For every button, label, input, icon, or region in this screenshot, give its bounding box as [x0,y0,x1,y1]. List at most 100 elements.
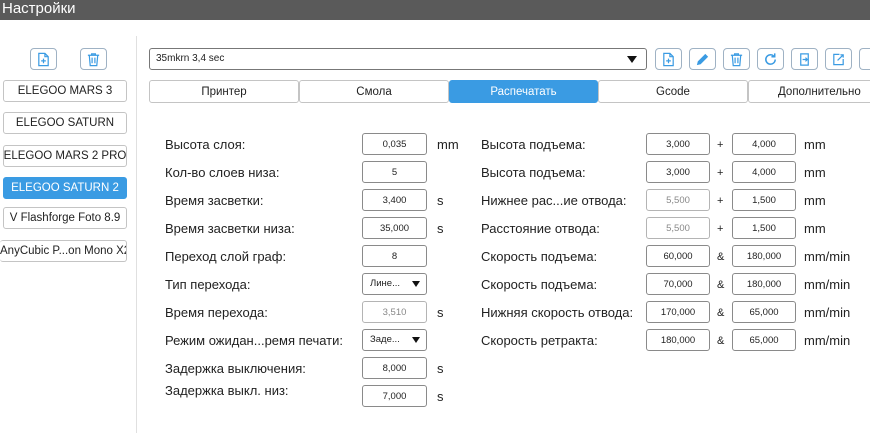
lift-height-input-1[interactable]: 3,000 [646,133,710,155]
more-toolbar-button[interactable] [859,48,870,70]
delete-profile-button[interactable] [723,48,750,70]
printer-item-anycubic-mono-x2[interactable]: AnyCubic P...on Mono X2 [0,240,127,262]
printer-item-elegoo-saturn-2[interactable]: ELEGOO SATURN 2 [3,177,127,199]
chevron-down-icon [412,337,420,343]
tab-print[interactable]: Распечатать [449,80,598,103]
pencil-icon [696,53,709,65]
sidebar-divider [136,36,137,433]
ampersand-sign: & [717,307,725,319]
bottom-layers-input[interactable]: 5 [362,161,427,183]
retract-distance-input-1[interactable]: 5,500 [646,217,710,239]
wait-mode-label: Режим ожидан...ремя печати: [165,333,343,348]
tab-advanced[interactable]: Дополнительно [748,80,870,103]
retract-speed-input-2[interactable]: 65,000 [732,329,796,351]
window-title: Настройки [2,0,76,17]
transition-type-label: Тип перехода: [165,277,251,292]
bottom-retract-distance-input-1[interactable]: 5,500 [646,189,710,211]
light-off-delay-input[interactable]: 8,000 [362,357,427,379]
lift-height-input-2[interactable]: 4,000 [732,133,796,155]
layer-height-input[interactable]: 0,035 [362,133,427,155]
bottom-light-off-delay-input[interactable]: 7,000 [362,385,427,407]
transition-time-label: Время перехода: [165,305,268,320]
import-icon [800,52,809,66]
transition-time-unit: s [437,305,444,320]
layer-height-unit: mm [437,137,459,152]
transition-time-input[interactable]: 3,510 [362,301,427,323]
bottom-exposure-unit: s [437,221,444,236]
printer-item-elegoo-mars-3[interactable]: ELEGOO MARS 3 [3,80,127,102]
plus-sign: + [717,195,724,207]
profile-select-value: 35mkrn 3,4 sec [156,53,225,64]
bottom-retract-distance-unit: mm [804,193,826,208]
lift-speed-unit: mm/min [804,277,851,292]
transition-layers-label: Переход слой граф: [165,249,287,264]
bottom-retract-speed-label: Нижняя скорость отвода: [481,305,634,320]
transition-type-select[interactable]: Лине... [362,273,427,295]
export-icon [833,53,844,65]
bottom-lift-speed-label: Скорость подъема: [481,249,598,264]
edit-profile-button[interactable] [689,48,716,70]
transition-layers-input[interactable]: 8 [362,245,427,267]
layer-height-label: Высота слоя: [165,137,246,152]
trash-icon [730,52,743,66]
bottom-layers-label: Кол-во слоев низа: [165,165,280,180]
bottom-retract-distance-label: Нижнее рас...ие отвода: [481,193,627,208]
light-off-delay-unit: s [437,361,444,376]
bottom-light-off-delay-label: Задержка выкл. низ: [165,383,289,398]
retract-speed-unit: mm/min [804,333,851,348]
bottom-light-off-delay-unit: s [437,389,444,404]
retract-speed-input-1[interactable]: 180,000 [646,329,710,351]
add-printer-button[interactable] [30,48,57,70]
chevron-down-icon [412,281,420,287]
file-plus-icon [663,52,674,66]
printer-item-flashforge-foto[interactable]: V Flashforge Foto 8.9 [3,207,127,229]
lift-speed-input-1[interactable]: 70,000 [646,273,710,295]
bottom-retract-distance-input-2[interactable]: 1,500 [732,189,796,211]
lift-height-2-label: Высота подъема: [481,165,586,180]
retract-speed-label: Скорость ретракта: [481,333,598,348]
bottom-lift-speed-unit: mm/min [804,249,851,264]
bottom-exposure-label: Время засветки низа: [165,221,295,236]
bottom-retract-speed-unit: mm/min [804,305,851,320]
bottom-retract-speed-input-1[interactable]: 170,000 [646,301,710,323]
lift-height-2-unit: mm [804,165,826,180]
title-bar: Настройки [0,0,870,20]
wait-mode-value: Заде... [370,334,400,345]
lift-height-2-input-1[interactable]: 3,000 [646,161,710,183]
tab-resin[interactable]: Смола [299,80,449,103]
tab-printer[interactable]: Принтер [149,80,299,103]
lift-height-2-input-2[interactable]: 4,000 [732,161,796,183]
tab-gcode[interactable]: Gcode [598,80,748,103]
bottom-lift-speed-input-2[interactable]: 180,000 [732,245,796,267]
plus-sign: + [717,139,724,151]
bottom-exposure-input[interactable]: 35,000 [362,217,427,239]
exposure-time-input[interactable]: 3,400 [362,189,427,211]
lift-height-label: Высота подъема: [481,137,586,152]
bottom-lift-speed-input-1[interactable]: 60,000 [646,245,710,267]
retract-distance-unit: mm [804,221,826,236]
wait-mode-select[interactable]: Заде... [362,329,427,351]
printer-item-elegoo-mars-2-pro[interactable]: ELEGOO MARS 2 PRO [3,145,127,167]
lift-speed-input-2[interactable]: 180,000 [732,273,796,295]
profile-select[interactable]: 35mkrn 3,4 sec [149,48,647,70]
ampersand-sign: & [717,251,725,263]
trash-icon [87,52,100,66]
exposure-time-label: Время засветки: [165,193,264,208]
lift-height-unit: mm [804,137,826,152]
retract-distance-label: Расстояние отвода: [481,221,600,236]
export-profile-button[interactable] [825,48,852,70]
chevron-down-icon [627,56,637,63]
ampersand-sign: & [717,335,725,347]
printer-item-elegoo-saturn[interactable]: ELEGOO SATURN [3,112,127,134]
plus-sign: + [717,223,724,235]
refresh-profile-button[interactable] [757,48,784,70]
retract-distance-input-2[interactable]: 1,500 [732,217,796,239]
exposure-time-unit: s [437,193,444,208]
new-profile-button[interactable] [655,48,682,70]
bottom-retract-speed-input-2[interactable]: 65,000 [732,301,796,323]
light-off-delay-label: Задержка выключения: [165,361,306,376]
transition-type-value: Лине... [370,278,400,289]
delete-printer-button[interactable] [80,48,107,70]
import-profile-button[interactable] [791,48,818,70]
refresh-icon [765,52,776,65]
